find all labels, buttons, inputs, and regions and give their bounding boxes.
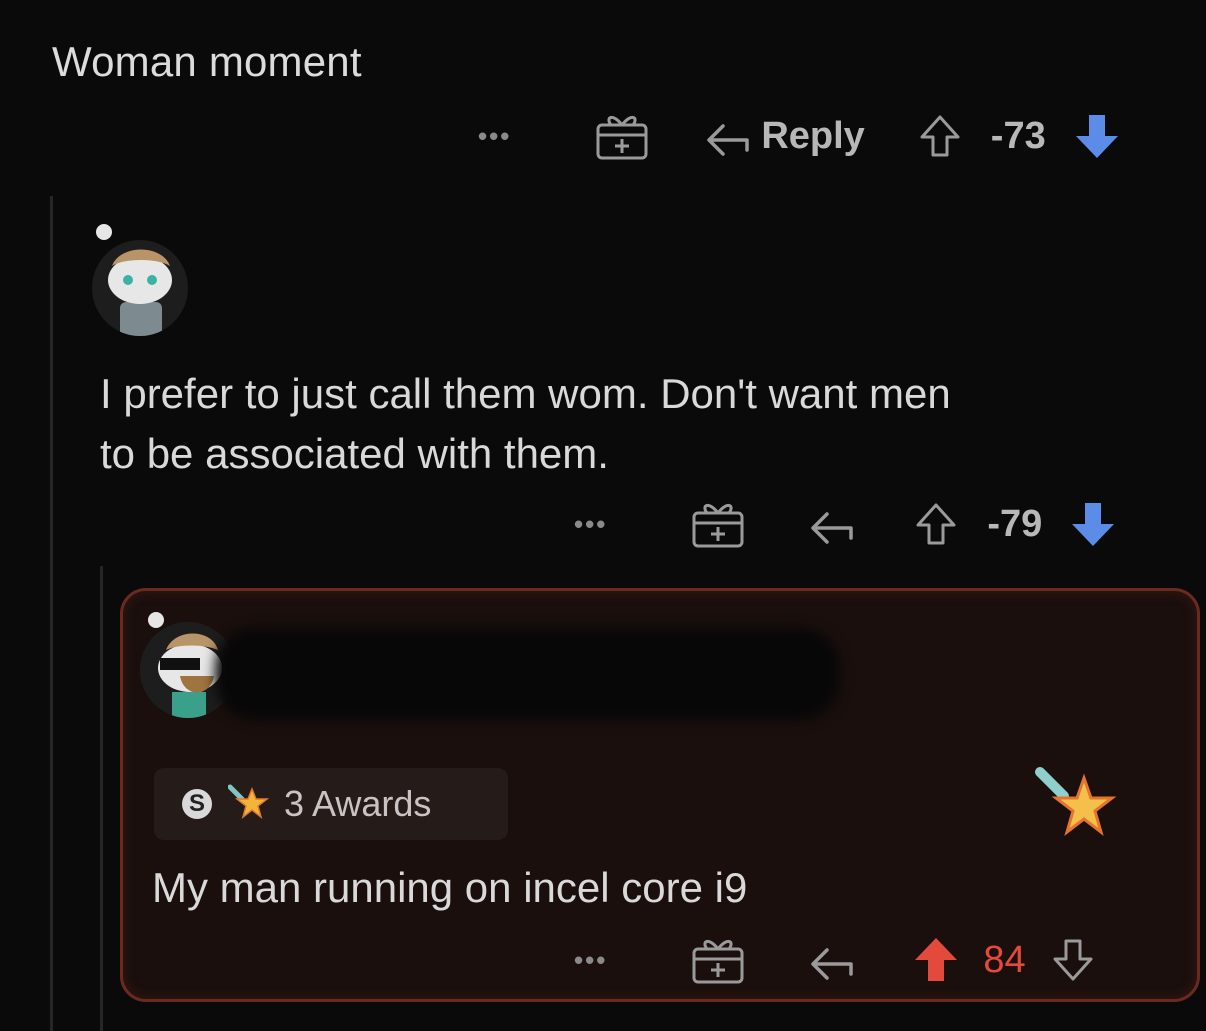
avatar[interactable] [92, 240, 188, 336]
gift-icon[interactable] [691, 499, 745, 549]
comment-body: I prefer to just call them wom. Don't wa… [100, 364, 1180, 484]
score: -79 [987, 502, 1043, 545]
score: -73 [990, 114, 1046, 157]
downvote-icon[interactable] [1052, 938, 1094, 982]
awards-count: 3 Awards [284, 783, 432, 824]
upvote-icon[interactable] [913, 936, 959, 984]
award-star-icon [227, 783, 270, 826]
awards-badge[interactable]: S 3 Awards [154, 768, 508, 840]
upvote-icon[interactable] [915, 502, 957, 546]
silver-award-icon: S [182, 789, 212, 819]
comment-actions: ••• 84 [574, 930, 1094, 990]
downvote-icon[interactable] [1070, 500, 1116, 548]
more-options-button[interactable]: ••• [574, 509, 607, 540]
redacted-username [215, 628, 840, 720]
online-indicator [96, 224, 112, 240]
upvote-icon[interactable] [919, 114, 961, 158]
comment-line: to be associated with them. [100, 430, 609, 477]
reply-arrow-icon[interactable] [703, 116, 751, 156]
thread-line[interactable] [50, 196, 53, 1031]
online-indicator [148, 612, 164, 628]
comment-actions: ••• Reply -73 [478, 106, 1120, 166]
thread-line-nested[interactable] [100, 566, 103, 1031]
award-star-icon[interactable] [1034, 766, 1120, 851]
comment-actions: ••• -79 [574, 494, 1116, 554]
score: 84 [983, 938, 1026, 981]
downvote-icon[interactable] [1074, 112, 1120, 160]
comment-line: I prefer to just call them wom. Don't wa… [100, 370, 951, 417]
more-options-button[interactable]: ••• [574, 945, 607, 976]
reply-arrow-icon[interactable] [807, 940, 855, 980]
more-options-button[interactable]: ••• [478, 121, 511, 152]
comment-body: My man running on incel core i9 [152, 864, 748, 911]
gift-icon[interactable] [691, 935, 745, 985]
post-title: Woman moment [52, 38, 362, 85]
reply-arrow-icon[interactable] [807, 504, 855, 544]
reply-button[interactable]: Reply [761, 115, 864, 158]
gift-icon[interactable] [595, 111, 649, 161]
